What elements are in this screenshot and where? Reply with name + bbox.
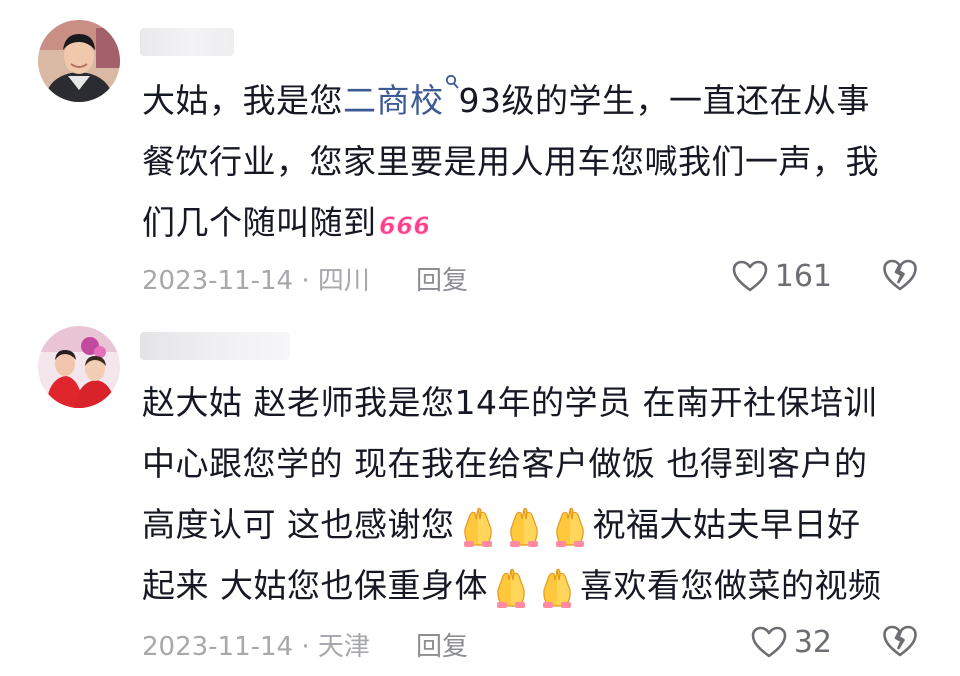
comment-content: 大姑，我是您二商校 93级的学生，一直还在从事 餐饮行业，您家里要是用人用车您喊我… — [142, 70, 918, 253]
username-redacted[interactable] — [140, 332, 290, 360]
reply-button[interactable]: 回复 — [416, 260, 468, 297]
broken-heart-icon[interactable] — [882, 258, 918, 292]
username-redacted[interactable] — [140, 28, 234, 56]
meta-separator: · — [301, 266, 310, 296]
comment-line: 中心跟您学的 现在我在给客户做饭 也得到客户的 — [142, 444, 868, 483]
comment-line: 赵大姑 赵老师我是您14年的学员 在南开社保培训 — [142, 383, 877, 422]
praying-hands-emoji — [463, 507, 492, 547]
comment-line: 起来 大姑您也保重身体 喜欢看您做菜的视频 — [142, 555, 918, 616]
reply-button[interactable]: 回复 — [416, 626, 468, 663]
comment-meta: 2023-11-14 · 四川 回复 161 — [142, 256, 918, 296]
comment-line: 们几个随叫随到 666 — [142, 192, 918, 253]
like-button[interactable]: 161 — [731, 256, 832, 296]
like-button[interactable]: 32 — [750, 622, 832, 662]
emoji-666-text: 666 — [379, 212, 428, 240]
comment-date: 2023-11-14 — [142, 266, 294, 296]
broken-heart-icon[interactable] — [882, 624, 918, 658]
comment-item: 赵大姑 赵老师我是您14年的学员 在南开社保培训 中心跟您学的 现在我在给客户做… — [0, 318, 960, 676]
avatar[interactable] — [38, 20, 120, 102]
emoji-666-icon: 666 — [378, 211, 428, 240]
like-count: 32 — [793, 624, 832, 660]
comment-date: 2023-11-14 — [142, 632, 294, 662]
avatar[interactable] — [38, 326, 120, 408]
comment-meta: 2023-11-14 · 天津 回复 32 — [142, 622, 918, 662]
comment-line: 餐饮行业，您家里要是用人用车您喊我们一声，我 — [142, 142, 879, 181]
comment-location: 四川 — [317, 266, 370, 296]
comment-location: 天津 — [317, 632, 370, 662]
comment-line: 高度认可 这也感谢您 祝福大姑夫早日好 — [142, 494, 918, 555]
meta-separator: · — [301, 632, 310, 662]
praying-hands-emoji — [497, 568, 525, 608]
comment-item: 大姑，我是您二商校 93级的学生，一直还在从事 餐饮行业，您家里要是用人用车您喊我… — [0, 0, 960, 318]
praying-hands-emoji — [509, 507, 538, 547]
heart-outline-icon — [732, 260, 768, 292]
praying-hands-emoji — [555, 507, 584, 547]
search-icon[interactable] — [445, 74, 459, 90]
comment-line: 大姑，我是您二商校 93级的学生，一直还在从事 — [142, 70, 918, 131]
search-link[interactable]: 二商校 — [343, 81, 444, 120]
heart-outline-icon — [751, 626, 787, 658]
comment-content: 赵大姑 赵老师我是您14年的学员 在南开社保培训 中心跟您学的 现在我在给客户做… — [142, 372, 918, 616]
like-count: 161 — [774, 258, 832, 294]
praying-hands-emoji — [543, 568, 571, 608]
